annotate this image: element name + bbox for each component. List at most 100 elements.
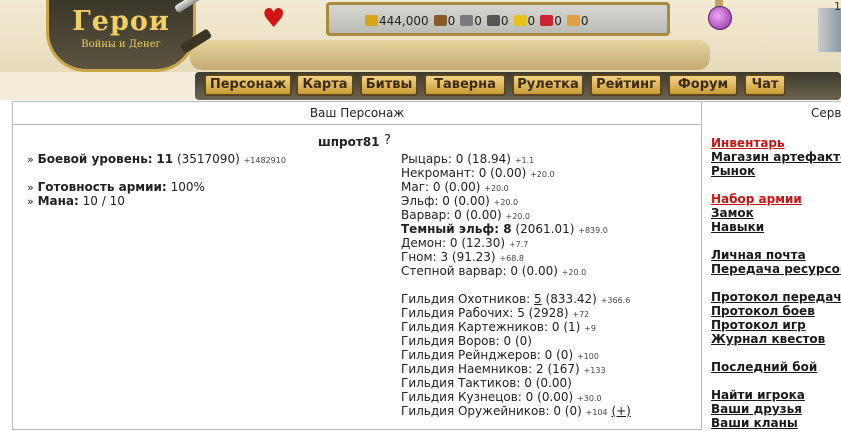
guild-level: 0 (503, 334, 512, 348)
mercury-icon (486, 15, 500, 26)
combat-level-label: Боевой уровень: (37, 152, 153, 166)
service-link[interactable]: Замок (711, 206, 754, 220)
faction-delta: +20.0 (505, 212, 530, 221)
ore-icon (460, 15, 474, 26)
faction-name: Маг: (401, 180, 430, 194)
faction-name: Гном: (401, 250, 437, 264)
faction-delta: +7.7 (508, 240, 529, 249)
faction-value: 0 (0.00) (442, 194, 490, 208)
guild-delta: +9 (584, 324, 596, 333)
header-ornament (190, 40, 710, 70)
nav-6-button[interactable]: Рейтинг (590, 74, 662, 96)
guild-value: (0.00) (537, 390, 574, 404)
hero-name[interactable]: шпрот81 (318, 135, 380, 149)
nav-7-button[interactable]: Форум (668, 74, 738, 96)
nav-8-button[interactable]: Чат (744, 74, 786, 96)
army-label: Готовность армии: (37, 180, 167, 194)
guild-level: 0 (551, 320, 560, 334)
bullet-icon: » (27, 195, 34, 208)
faction-value: 0 (0.00) (478, 166, 527, 180)
nav-2-button[interactable]: Карта (296, 74, 354, 96)
faction-delta: +20.0 (561, 268, 587, 277)
guild-expand-link[interactable]: (+) (611, 404, 630, 418)
resource-value: 0 (474, 14, 482, 28)
bullet-icon: » (27, 181, 34, 194)
army-value: 100% (170, 180, 205, 194)
services-column: Серв ИнвентарьМагазин артефактовРынок Наб… (701, 101, 841, 431)
army-row: » Готовность армии: 100% (27, 180, 205, 194)
guild-value: (833.42) (545, 292, 597, 306)
service-link[interactable]: Найти игрока (711, 388, 805, 402)
faction-value: 0 (0.00) (432, 180, 481, 194)
guild-level: 0 (524, 376, 532, 390)
guild-name: Гильдия Наемников: (401, 362, 533, 376)
hero-info-icon[interactable]: ? (384, 133, 391, 148)
faction-delta: +839.0 (578, 226, 608, 235)
gold-icon (365, 15, 378, 26)
service-link[interactable]: Журнал квестов (711, 332, 825, 346)
service-link[interactable]: Навыки (711, 220, 764, 234)
service-link[interactable]: Протокол игр (711, 318, 806, 332)
guild-value: (167) (547, 362, 580, 376)
resource-value: 0 (500, 14, 509, 28)
faction-name: Рыцарь: (401, 152, 452, 166)
service-link[interactable]: Личная почта (711, 248, 806, 262)
crystal-icon (540, 15, 554, 26)
resource-panel: 444,000 0 0 0 0 0 0 (326, 2, 670, 36)
service-link[interactable]: Магазин артефактов (711, 150, 841, 164)
service-link[interactable]: Протокол боев (711, 304, 815, 318)
mana-potion-icon (708, 6, 732, 30)
logo-title: Герои (72, 6, 170, 37)
faction-name: Демон: (401, 236, 447, 250)
resource-value: 0 (447, 14, 456, 28)
guild-delta: +30.0 (577, 394, 602, 403)
guild-value: (1) (563, 320, 581, 334)
guild-delta: +133 (583, 366, 606, 375)
guild-value: (0.00) (535, 376, 572, 390)
nav-3-button[interactable]: Битвы (360, 74, 418, 96)
guild-level: 0 (525, 390, 534, 404)
faction-name: Некромант: (401, 166, 475, 180)
service-link[interactable]: Рынок (711, 164, 755, 178)
logo-subtitle: Войны и Денег (81, 39, 161, 50)
guild-name: Гильдия Кузнецов: (401, 390, 522, 404)
service-link[interactable]: Инвентарь (711, 136, 785, 150)
health-heart-icon: ♥ (262, 4, 286, 34)
service-link[interactable]: Последний бой (711, 360, 817, 374)
nav-1-button[interactable]: Персонаж (204, 74, 292, 96)
gems-icon (566, 15, 580, 26)
nav-5-button[interactable]: Рулетка (512, 74, 584, 96)
service-link[interactable]: Передача ресурсов (711, 262, 841, 276)
faction-value: 0 (0.00) (454, 208, 502, 222)
guild-name: Гильдия Охотников: (401, 292, 531, 306)
faction-delta: +68.8 (499, 254, 524, 263)
service-link[interactable]: Набор армии (711, 192, 802, 206)
guild-name: Гильдия Картежников: (401, 320, 549, 334)
guild-value: (0) (514, 334, 532, 348)
guild-value: (0) (556, 348, 574, 362)
service-link[interactable]: Протокол передач (711, 290, 841, 304)
faction-name: Степной варвар: (401, 264, 507, 278)
faction-delta: +20.0 (484, 184, 509, 193)
bullet-icon: » (27, 153, 34, 166)
mana-row: » Мана: 10 / 10 (27, 194, 125, 208)
service-link[interactable]: Ваши кланы (711, 416, 798, 430)
side-scroll-icon (818, 8, 841, 52)
guild-value: (0) (564, 404, 582, 418)
faction-row: Степной варвар: 0 (0.00) +20.0 (401, 264, 586, 280)
faction-value: 0 (18.94) (455, 152, 511, 166)
guild-level[interactable]: 5 (534, 292, 542, 306)
faction-value: (2061.01) (515, 222, 575, 236)
game-logo[interactable]: Герои Войны и Денег (46, 0, 196, 72)
service-link[interactable]: Ваши друзья (711, 402, 802, 416)
corner-counter: 1 (834, 0, 841, 13)
guild-value: (2928) (528, 306, 569, 320)
mana-value: 10 / 10 (82, 194, 125, 208)
faction-name: Эльф: (401, 194, 439, 208)
character-panel: Ваш Персонаж шпрот81 ? » Боевой уровень:… (12, 101, 702, 430)
guild-name: Гильдия Рейнджеров: (401, 348, 541, 362)
guild-delta: +100 (576, 352, 599, 361)
resource-value: 0 (554, 14, 562, 28)
guild-name: Гильдия Воров: (401, 334, 500, 348)
nav-4-button[interactable]: Таверна (424, 74, 506, 96)
